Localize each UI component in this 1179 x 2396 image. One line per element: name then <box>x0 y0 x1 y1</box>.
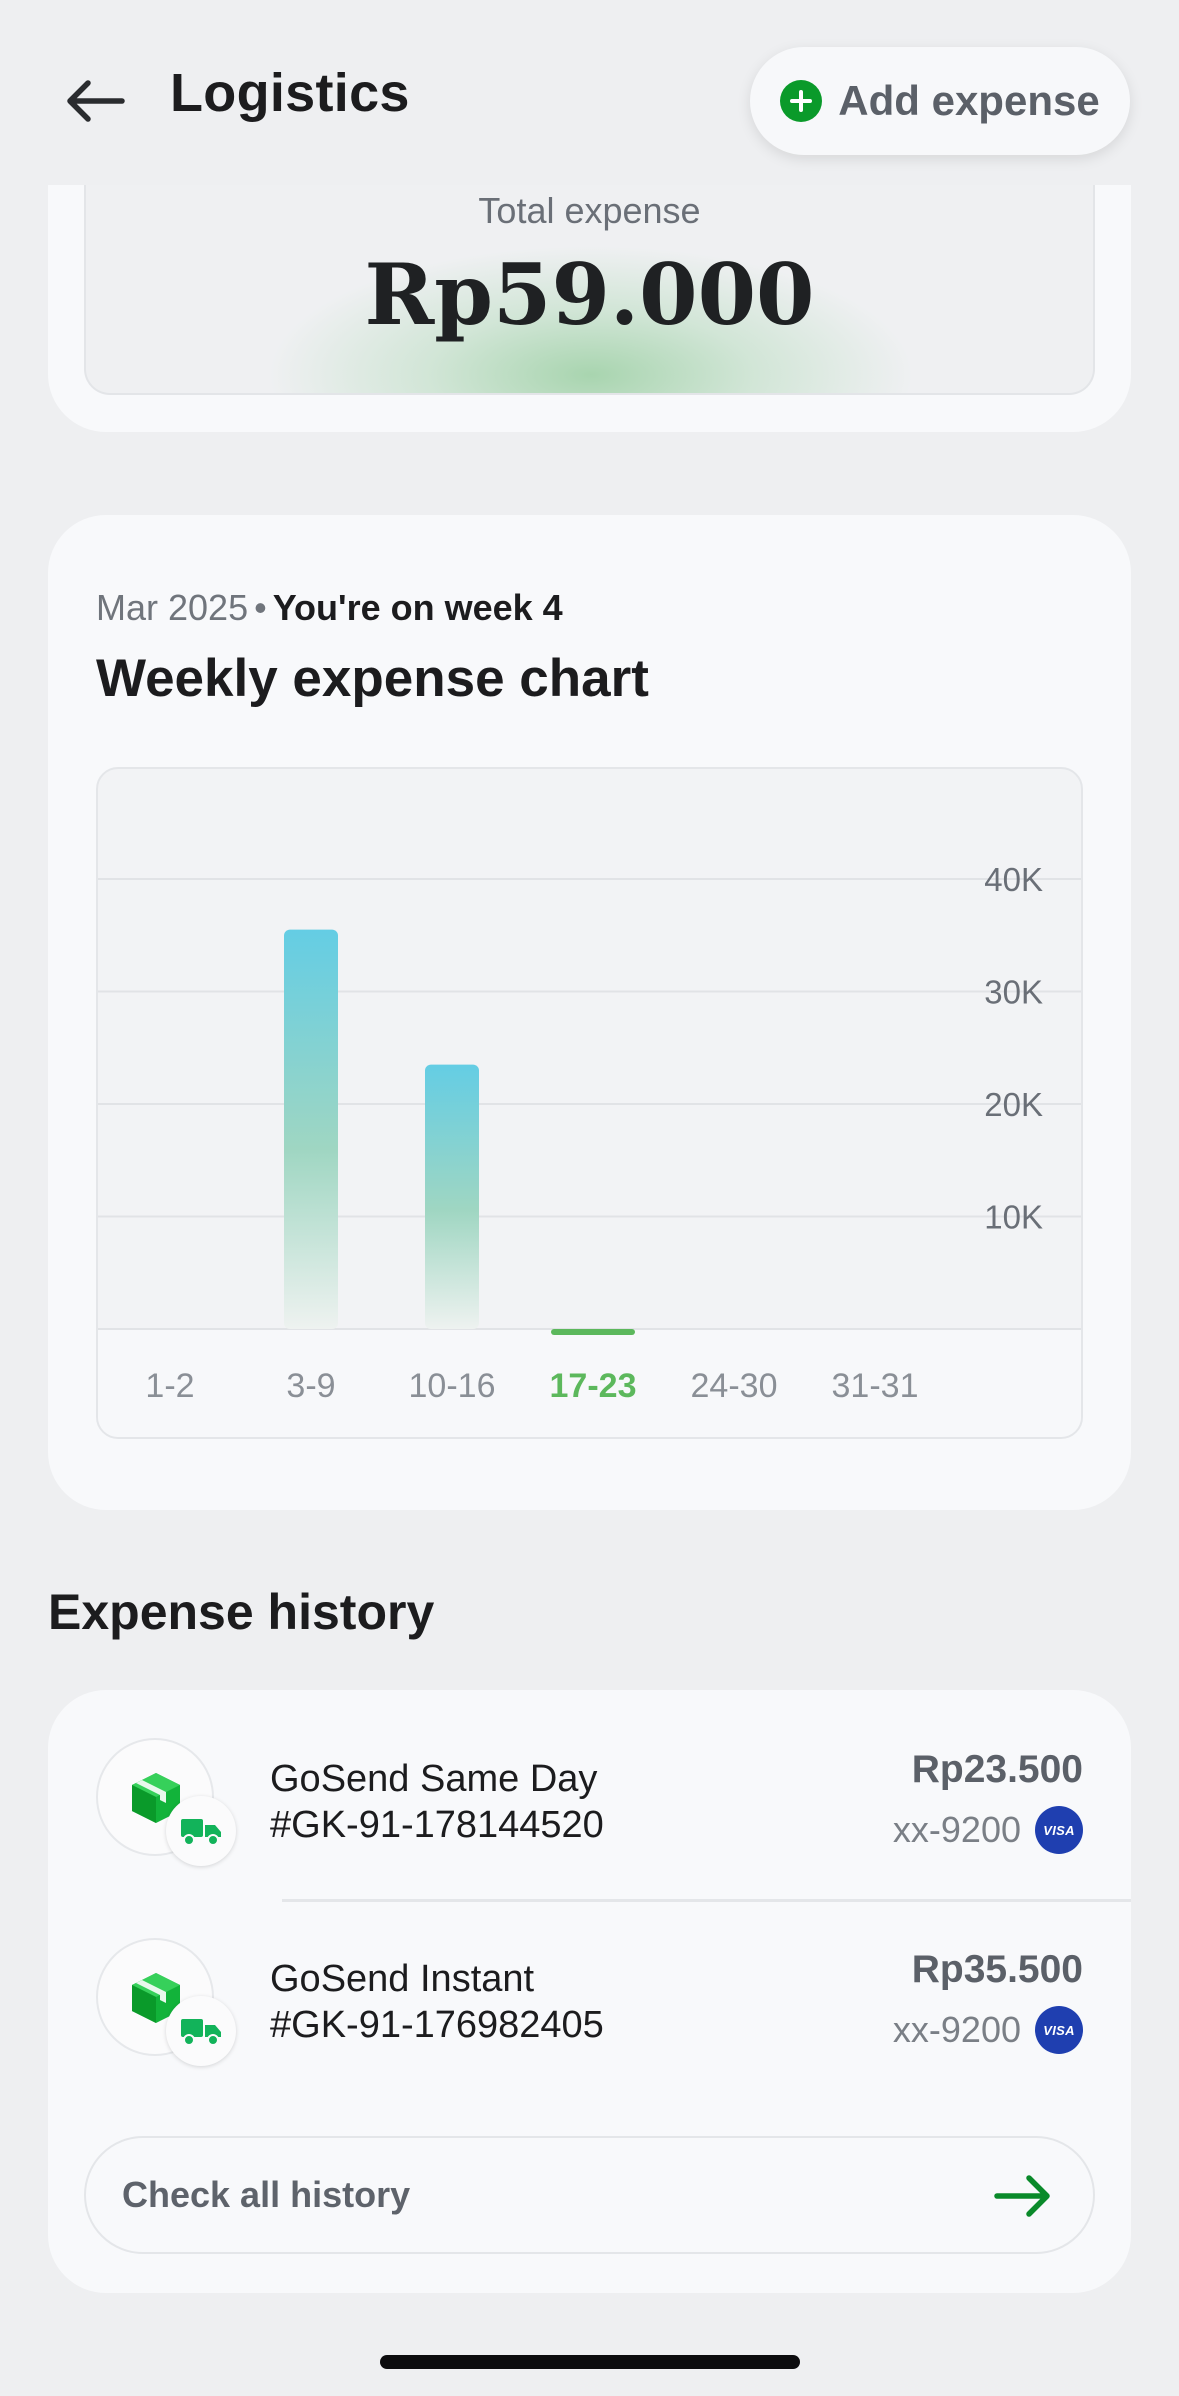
card-number: xx-9200 <box>892 1809 1021 1850</box>
y-tick-label: 20K <box>984 1086 1043 1123</box>
x-tick-label: 3-9 <box>286 1367 335 1405</box>
total-expense-card: Total expense Rp59.000 <box>48 150 1131 432</box>
history-item-order-id: #GK-91-176982405 <box>270 2004 604 2046</box>
visa-icon: VISA <box>1035 1806 1083 1854</box>
month-label: Mar 2025 <box>96 587 249 628</box>
delivery-truck-icon <box>166 1796 236 1866</box>
history-item-name: GoSend Instant <box>270 1958 535 2000</box>
delivery-truck-icon <box>166 1996 236 2066</box>
arrow-left-icon <box>67 80 125 122</box>
history-item[interactable]: GoSend Same Day #GK-91-178144520 Rp23.50… <box>48 1690 1131 1902</box>
separator-dot: • <box>254 587 267 628</box>
add-expense-button[interactable]: Add expense <box>750 47 1130 155</box>
bar-chart-svg: 10K 20K 30K 40K 1-2 3-9 10-16 17-23 24-30 31-31 <box>98 861 1081 1405</box>
history-item[interactable]: GoSend Instant #GK-91-176982405 Rp35.500… <box>48 1890 1131 2090</box>
bar <box>425 1064 479 1329</box>
history-item-title: GoSend Instant #GK-91-176982405 <box>270 1956 604 2048</box>
history-item-amount: Rp23.500 <box>911 1748 1083 1791</box>
home-indicator <box>380 2355 800 2369</box>
y-tick-label: 10K <box>984 1199 1043 1236</box>
card-number: xx-9200 <box>892 2009 1021 2050</box>
plus-circle-icon <box>780 80 823 122</box>
history-item-amount: Rp35.500 <box>911 1948 1083 1991</box>
visa-icon: VISA <box>1035 2006 1083 2054</box>
arrow-right-icon <box>994 2175 1050 2217</box>
chart-title: Weekly expense chart <box>96 649 649 708</box>
add-expense-label: Add expense <box>838 77 1100 124</box>
week-status-line: Mar 2025 • You're on week 4 <box>96 587 563 629</box>
week-status: You're on week 4 <box>272 587 563 628</box>
bar <box>284 929 338 1329</box>
check-all-history-button[interactable]: Check all history <box>84 2136 1095 2254</box>
expense-history-card: GoSend Same Day #GK-91-178144520 Rp23.50… <box>48 1690 1131 2293</box>
y-tick-label: 30K <box>984 974 1043 1011</box>
history-item-name: GoSend Same Day <box>270 1758 598 1800</box>
x-tick-label: 24-30 <box>691 1367 778 1405</box>
logistics-screen: Total expense Rp59.000 Logistics Add exp… <box>0 0 1179 2396</box>
y-tick-label: 40K <box>984 861 1043 898</box>
total-expense-label: Total expense <box>478 190 701 231</box>
payment-card: xx-9200 VISA <box>893 2006 1083 2054</box>
current-week-indicator <box>551 1329 635 1335</box>
top-bar: Logistics Add expense <box>0 0 1179 185</box>
page-title: Logistics <box>170 63 410 123</box>
x-tick-label: 17-23 <box>550 1367 637 1405</box>
weekly-chart-card: Mar 2025 • You're on week 4 Weekly expense… <box>48 515 1131 1510</box>
total-expense-panel: Total expense Rp59.000 <box>84 150 1095 395</box>
bar-chart: 10K 20K 30K 40K 1-2 3-9 10-16 17-23 24-30 31-31 <box>96 767 1083 1439</box>
check-all-history-label: Check all history <box>122 2174 411 2215</box>
total-expense-amount: Rp59.000 <box>364 245 815 344</box>
history-item-order-id: #GK-91-178144520 <box>270 1804 604 1846</box>
x-tick-label: 10-16 <box>409 1367 496 1405</box>
x-tick-label: 31-31 <box>832 1367 919 1405</box>
expense-history-title: Expense history <box>48 1584 435 1640</box>
x-tick-label: 1-2 <box>145 1367 194 1405</box>
history-item-title: GoSend Same Day #GK-91-178144520 <box>270 1756 604 1848</box>
back-button[interactable] <box>60 68 130 134</box>
payment-card: xx-9200 VISA <box>893 1806 1083 1854</box>
